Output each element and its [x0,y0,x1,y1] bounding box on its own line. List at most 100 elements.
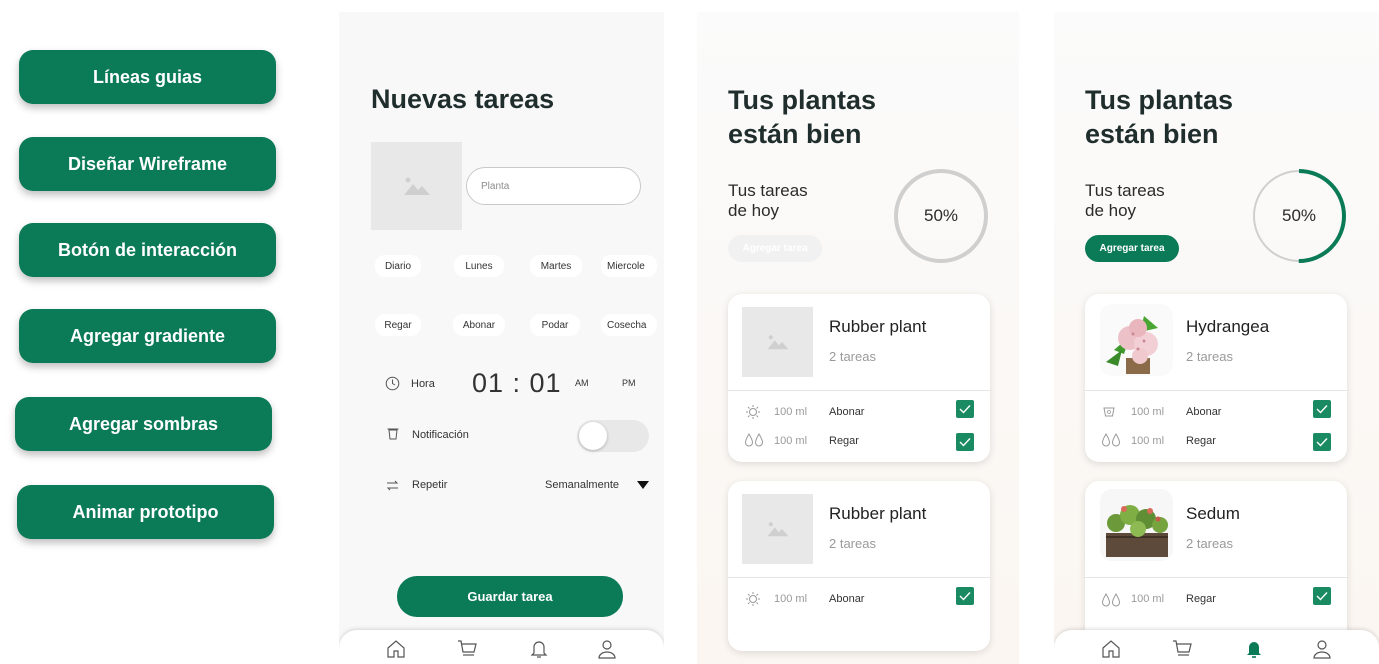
step-boton-interaccion-button[interactable]: Botón de interacción [19,223,276,277]
divider [1085,390,1347,391]
check-icon [959,405,971,414]
amount: 100 ml [1131,435,1165,447]
home-icon[interactable] [1100,638,1122,660]
image-icon [767,335,788,350]
hour-label: Hora [411,378,435,390]
water-drops-icon [1101,593,1121,607]
plants-screen-wireframe: Tus plantas están bien Tus tareas de hoy… [697,12,1019,664]
step-animar-prototipo-button[interactable]: Animar prototipo [17,485,274,539]
plants-screen-final: Tus plantas están bien Tus tareas de hoy… [1054,12,1379,664]
bell-icon[interactable] [528,638,550,660]
plant-card[interactable]: Hydrangea 2 tareas 100 ml Abonar 100 ml … [1085,294,1347,462]
clock-icon [385,376,400,391]
sun-icon [746,592,760,606]
plant-name: Hydrangea [1186,317,1270,336]
progress-ring: 50% [893,168,989,264]
plant-name: Sedum [1186,504,1240,523]
step-lineas-guias-button[interactable]: Líneas guias [19,50,276,104]
toggle-knob [579,422,607,450]
repeat-select[interactable]: Semanalmente [545,479,619,491]
tasks-today-label-line2: de hoy [1085,201,1137,220]
task-name: Regar [829,435,859,447]
save-task-button[interactable]: Guardar tarea [397,576,623,617]
step-disenar-wireframe-button[interactable]: Diseñar Wireframe [19,137,276,191]
plant-input[interactable]: Planta [466,167,641,205]
plant-card[interactable]: Rubber plant 2 tareas 100 ml Abonar [728,481,990,651]
bell-icon-active[interactable] [1243,638,1265,660]
notification-label: Notificación [412,429,469,441]
progress-ring: 50% [1251,168,1347,264]
day-chip[interactable]: Lunes [454,255,504,277]
day-chip[interactable]: Diario [375,255,421,277]
day-chip[interactable]: Martes [530,255,582,277]
cart-icon[interactable] [1171,638,1193,660]
divider [728,577,990,578]
pm-option[interactable]: PM [622,378,636,388]
task-name: Regar [1186,435,1216,447]
check-icon [959,438,971,447]
task-name: Abonar [829,593,865,605]
hydrangea-image [1100,304,1173,376]
task-checkbox[interactable] [1313,587,1331,605]
bell-icon [387,428,399,440]
plant-name: Rubber plant [829,504,927,523]
task-chip[interactable]: Regar [375,314,421,336]
bottom-nav [1054,630,1379,664]
task-chip[interactable]: Abonar [453,314,505,336]
new-task-screen: Nuevas tareas Planta Diario Lunes Martes… [339,12,664,664]
water-drops-icon [744,433,764,447]
page-title: Tus plantas [1085,85,1234,115]
check-icon [1316,438,1328,447]
tasks-today-label: Tus tareas [728,181,808,200]
water-drops-icon [1101,433,1121,447]
profile-icon[interactable] [596,638,618,660]
divider [1085,577,1347,578]
notification-toggle[interactable] [577,420,649,452]
image-placeholder [742,307,813,377]
image-placeholder[interactable] [371,142,462,230]
task-chip[interactable]: Podar [530,314,580,336]
plant-card[interactable]: Rubber plant 2 tareas 100 ml Abonar 100 … [728,294,990,462]
profile-icon[interactable] [1311,638,1333,660]
task-checkbox[interactable] [956,433,974,451]
hydrangea-photo [1100,304,1173,376]
task-checkbox[interactable] [956,400,974,418]
step-agregar-sombras-button[interactable]: Agregar sombras [15,397,272,451]
add-task-button[interactable]: Agregar tarea [1085,235,1179,262]
cart-icon[interactable] [456,638,478,660]
plant-card[interactable]: Sedum 2 tareas 100 ml Regar [1085,481,1347,651]
plant-task-count: 2 tareas [1186,536,1233,551]
progress-text: 50% [923,206,959,225]
home-icon[interactable] [385,638,407,660]
page-title-line2: están bien [728,119,862,149]
progress-text: 50% [1281,206,1317,225]
fertilizer-icon [1103,407,1115,417]
tasks-today-label-line2: de hoy [728,201,780,220]
plant-task-count: 2 tareas [1186,349,1233,364]
image-icon [767,522,788,537]
am-option[interactable]: AM [575,378,589,388]
page-title: Tus plantas [728,85,877,115]
repeat-icon [386,480,399,491]
step-agregar-gradiente-button[interactable]: Agregar gradiente [19,309,276,363]
plant-name: Rubber plant [829,317,927,336]
caret-down-icon[interactable] [637,481,649,489]
amount: 100 ml [774,406,808,418]
sedum-photo [1100,489,1173,561]
divider [728,390,990,391]
plant-task-count: 2 tareas [829,349,876,364]
page-title: Nuevas tareas [371,84,555,114]
plant-task-count: 2 tareas [829,536,876,551]
add-task-button[interactable]: Agregar tarea [728,235,822,262]
check-icon [959,592,971,601]
task-chip[interactable]: Cosecha [601,314,657,336]
task-checkbox[interactable] [1313,433,1331,451]
time-value[interactable]: 01 : 01 [472,368,562,399]
amount: 100 ml [774,593,808,605]
task-checkbox[interactable] [1313,400,1331,418]
task-checkbox[interactable] [956,587,974,605]
sun-icon [746,405,760,419]
day-chip[interactable]: Miercole [601,255,657,277]
tasks-today-label: Tus tareas [1085,181,1165,200]
check-icon [1316,592,1328,601]
